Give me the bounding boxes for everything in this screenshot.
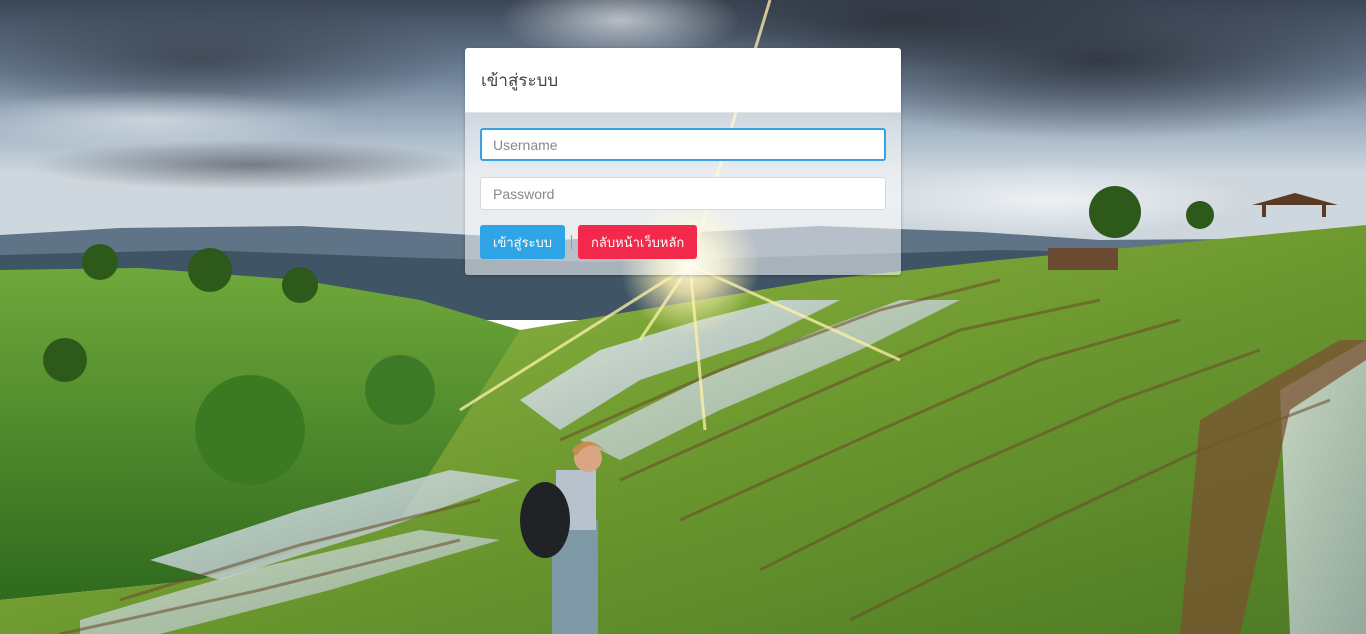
- button-separator: [571, 235, 573, 249]
- login-card: เข้าสู่ระบบ เข้าสู่ระบบ กลับหน้าเว็บหลัก: [465, 48, 901, 275]
- login-title: เข้าสู่ระบบ: [481, 70, 559, 91]
- password-input[interactable]: [480, 177, 886, 210]
- login-form: เข้าสู่ระบบ กลับหน้าเว็บหลัก: [465, 113, 901, 275]
- username-input[interactable]: [480, 128, 886, 161]
- login-button[interactable]: เข้าสู่ระบบ: [480, 225, 566, 259]
- back-to-home-button[interactable]: กลับหน้าเว็บหลัก: [578, 225, 698, 259]
- form-actions: เข้าสู่ระบบ กลับหน้าเว็บหลัก: [480, 225, 886, 259]
- login-card-header: เข้าสู่ระบบ: [465, 48, 901, 113]
